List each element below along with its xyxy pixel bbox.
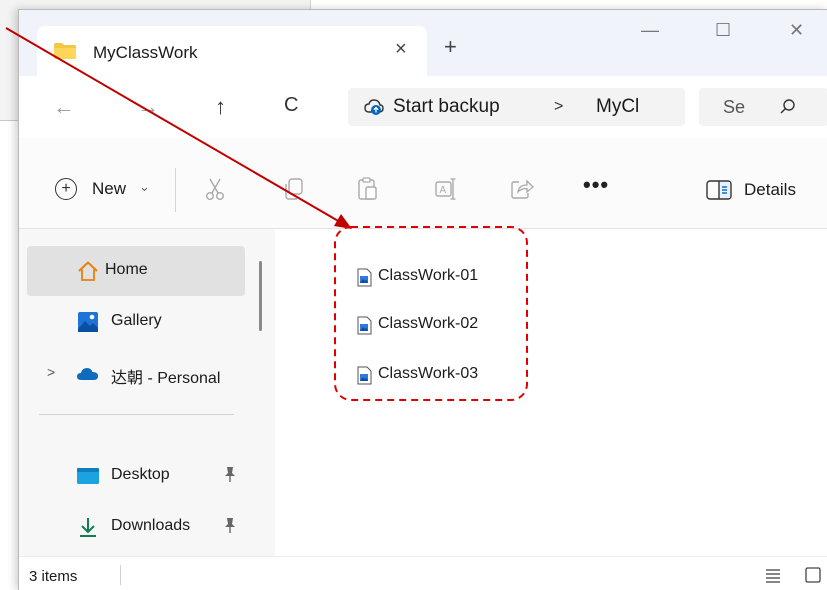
sidebar-item-gallery[interactable]: Gallery xyxy=(27,297,245,347)
search-icon xyxy=(780,99,795,114)
sidebar-item-label: Desktop xyxy=(111,466,170,483)
new-tab-button[interactable]: + xyxy=(444,34,457,60)
title-bar: MyClassWork × + — ☐ ✕ xyxy=(19,10,827,76)
search-placeholder: Se xyxy=(723,97,746,117)
status-bar: 3 items xyxy=(19,556,827,590)
folder-icon xyxy=(54,43,76,59)
share-icon[interactable] xyxy=(509,176,535,202)
sidebar-item-home[interactable]: Home xyxy=(27,246,245,296)
paste-icon[interactable] xyxy=(355,176,381,202)
close-button[interactable]: ✕ xyxy=(789,20,804,41)
image-file-icon xyxy=(357,268,372,287)
breadcrumb-current[interactable]: MyCl xyxy=(596,96,639,118)
download-icon xyxy=(80,518,96,537)
command-bar: + New ⌄ A ••• Details xyxy=(19,138,827,229)
tab-close-button[interactable]: × xyxy=(395,38,407,61)
file-name: ClassWork-03 xyxy=(378,365,479,382)
sidebar-item-label: Gallery xyxy=(111,312,162,329)
breadcrumb-separator[interactable]: > xyxy=(554,98,563,116)
cut-icon[interactable] xyxy=(202,176,228,202)
tab-myclasswork[interactable]: MyClassWork × xyxy=(37,26,427,76)
pin-icon[interactable] xyxy=(223,465,237,483)
rename-icon[interactable]: A xyxy=(433,176,459,202)
details-view-icon[interactable] xyxy=(765,567,781,583)
navigation-pane: Home Gallery > 达朝 - Personal Desktop Dow… xyxy=(19,229,275,556)
chevron-down-icon: ⌄ xyxy=(139,179,150,194)
refresh-button[interactable]: C xyxy=(284,94,298,117)
tab-title: MyClassWork xyxy=(93,43,198,62)
file-name: ClassWork-01 xyxy=(378,267,479,284)
svg-text:A: A xyxy=(440,185,447,196)
forward-button[interactable]: → xyxy=(137,94,159,120)
breadcrumb[interactable]: Start backup > MyCl xyxy=(348,88,685,126)
address-bar: ← → ↑ C Start backup > MyCl Se xyxy=(19,76,827,139)
sidebar-item-label: Home xyxy=(105,261,148,278)
cloud-backup-icon xyxy=(364,99,384,115)
sidebar-item-onedrive[interactable]: > 达朝 - Personal xyxy=(27,349,245,399)
desktop-icon xyxy=(77,468,99,484)
image-file-icon xyxy=(357,316,372,335)
sidebar-item-label: Downloads xyxy=(111,517,191,534)
more-options-button[interactable]: ••• xyxy=(583,172,609,198)
file-list: ClassWork-01 ClassWork-02 ClassWork-03 xyxy=(275,229,827,556)
up-button[interactable]: ↑ xyxy=(215,94,226,120)
onedrive-icon xyxy=(77,368,98,380)
sidebar-divider xyxy=(39,414,234,415)
sidebar-item-label: 达朝 - Personal xyxy=(111,370,221,387)
sidebar-item-desktop[interactable]: Desktop xyxy=(27,451,245,501)
start-backup-link[interactable]: Start backup xyxy=(393,96,500,118)
details-pane-icon xyxy=(706,180,732,200)
file-explorer-window: MyClassWork × + — ☐ ✕ ← → ↑ C Start back… xyxy=(18,9,827,590)
gallery-icon xyxy=(78,312,98,332)
maximize-button[interactable]: ☐ xyxy=(715,20,731,41)
copy-icon[interactable] xyxy=(281,176,307,202)
expand-chevron-icon[interactable]: > xyxy=(47,364,55,380)
sidebar-item-downloads[interactable]: Downloads xyxy=(27,502,245,552)
item-count: 3 items xyxy=(29,568,78,585)
image-file-icon xyxy=(357,366,372,385)
status-divider xyxy=(120,565,121,585)
plus-circle-icon: + xyxy=(55,178,77,200)
toolbar-divider xyxy=(175,168,176,212)
search-input[interactable]: Se xyxy=(699,88,827,126)
file-name: ClassWork-02 xyxy=(378,315,479,332)
sidebar-scrollbar[interactable] xyxy=(259,261,262,331)
back-button[interactable]: ← xyxy=(53,94,75,120)
details-label: Details xyxy=(744,180,796,199)
home-icon xyxy=(78,261,98,281)
large-icons-view-icon[interactable] xyxy=(805,567,821,583)
new-label: New xyxy=(92,179,127,198)
pin-icon[interactable] xyxy=(223,516,237,534)
minimize-button[interactable]: — xyxy=(641,20,659,41)
